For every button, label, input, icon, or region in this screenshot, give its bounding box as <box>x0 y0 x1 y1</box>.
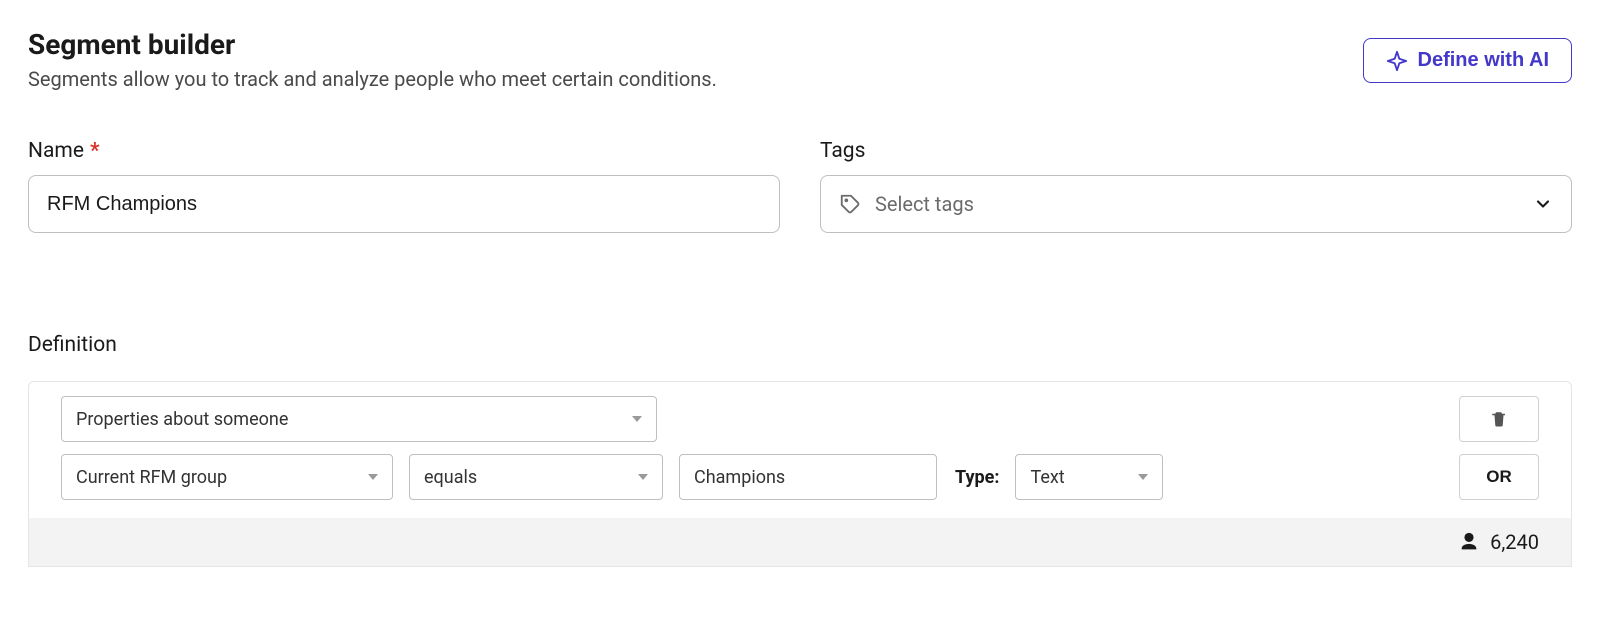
chevron-down-icon <box>632 416 642 422</box>
name-input[interactable] <box>28 175 780 233</box>
tags-placeholder: Select tags <box>875 192 974 216</box>
chevron-down-icon <box>368 474 378 480</box>
name-label: Name * <box>28 139 780 163</box>
chevron-down-icon <box>1138 474 1148 480</box>
page-subtitle: Segments allow you to track and analyze … <box>28 67 717 91</box>
chevron-down-icon <box>1533 194 1553 214</box>
value-input[interactable]: Champions <box>679 454 937 500</box>
definition-panel: Properties about someone Current RFM gro… <box>28 381 1572 567</box>
type-select[interactable]: Text <box>1015 454 1163 500</box>
property-select[interactable]: Current RFM group <box>61 454 393 500</box>
sparkle-icon <box>1386 50 1408 72</box>
condition-type-select[interactable]: Properties about someone <box>61 396 657 442</box>
tags-label: Tags <box>820 139 1572 163</box>
person-icon <box>1458 531 1480 553</box>
tag-icon <box>839 193 861 215</box>
required-marker: * <box>90 139 100 163</box>
define-with-ai-label: Define with AI <box>1418 49 1549 72</box>
or-button[interactable]: OR <box>1459 454 1539 500</box>
tags-select[interactable]: Select tags <box>820 175 1572 233</box>
chevron-down-icon <box>638 474 648 480</box>
result-count-bar: 6,240 <box>29 518 1571 566</box>
page-title: Segment builder <box>28 28 717 61</box>
type-label: Type: <box>955 467 999 488</box>
define-with-ai-button[interactable]: Define with AI <box>1363 38 1572 83</box>
definition-label: Definition <box>28 333 1572 357</box>
result-count: 6,240 <box>1490 530 1539 554</box>
trash-icon <box>1490 410 1508 428</box>
delete-condition-button[interactable] <box>1459 396 1539 442</box>
operator-select[interactable]: equals <box>409 454 663 500</box>
